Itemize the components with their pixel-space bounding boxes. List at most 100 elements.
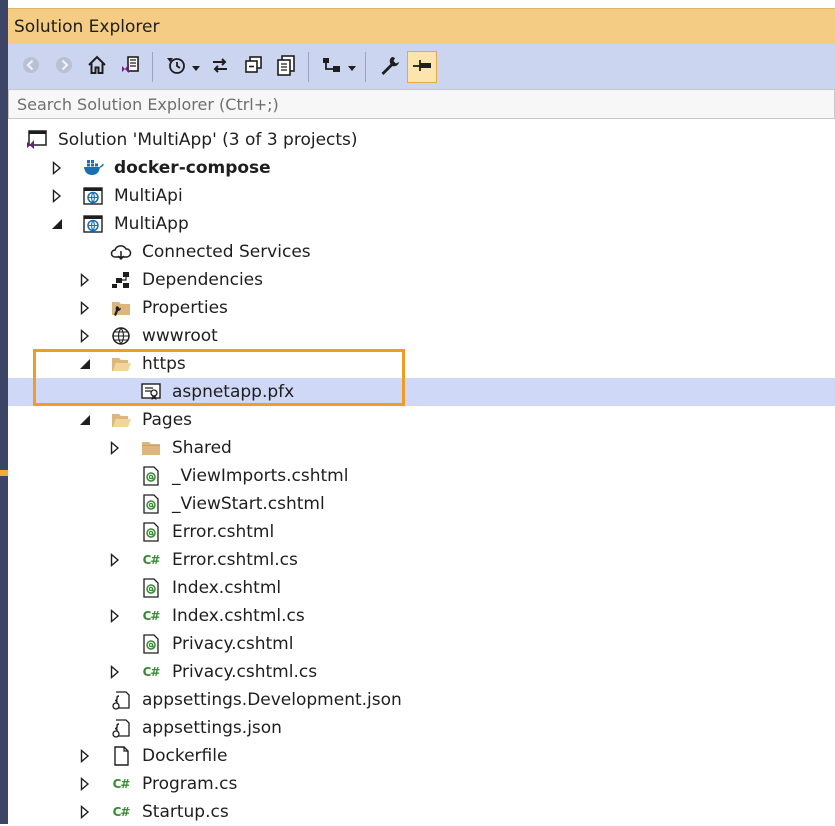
preview-selected-items-icon xyxy=(321,54,343,80)
expander-collapsed-icon[interactable] xyxy=(108,664,122,680)
tree-item[interactable]: _ViewStart.cshtml xyxy=(8,490,835,518)
tree-item[interactable]: C# Index.cshtml.cs xyxy=(8,602,835,630)
expander-collapsed-icon[interactable] xyxy=(108,552,122,568)
csharp-file-icon: C# xyxy=(112,805,131,819)
back-button[interactable] xyxy=(16,51,46,83)
pending-changes-filter-dropdown[interactable] xyxy=(191,51,201,83)
pending-changes-filter-button[interactable] xyxy=(161,51,191,83)
web-project-icon xyxy=(82,186,104,206)
tree-item[interactable]: Pages xyxy=(8,406,835,434)
expander-collapsed-icon[interactable] xyxy=(78,300,92,316)
csharp-file-icon: C# xyxy=(112,777,131,791)
chevron-down-icon xyxy=(192,57,200,76)
tree-item[interactable]: C# Startup.cs xyxy=(8,798,835,826)
home-button[interactable] xyxy=(82,51,112,83)
tree-item-label: _ViewImports.cshtml xyxy=(172,466,349,486)
properties-folder-icon xyxy=(110,298,132,318)
expander-collapsed-icon[interactable] xyxy=(78,804,92,820)
certificate-icon xyxy=(140,382,162,402)
toolbar xyxy=(8,44,835,89)
chevron-down-icon xyxy=(348,57,356,76)
show-all-files-button[interactable] xyxy=(271,51,301,83)
expander-collapsed-icon[interactable] xyxy=(50,188,64,204)
tree-item[interactable]: MultiApi xyxy=(8,182,835,210)
tree-item[interactable]: Shared xyxy=(8,434,835,462)
pin-icon xyxy=(411,54,433,80)
tree-item-label: Dependencies xyxy=(142,270,263,290)
tree-item-label: docker-compose xyxy=(114,158,271,178)
search-input[interactable] xyxy=(9,90,834,118)
collapse-all-button[interactable] xyxy=(238,51,268,83)
tree-item[interactable]: Index.cshtml xyxy=(8,574,835,602)
folder-open-icon xyxy=(110,410,132,430)
tree-item-label: appsettings.json xyxy=(142,718,282,738)
tree-item[interactable]: Dependencies xyxy=(8,266,835,294)
show-all-files-icon xyxy=(275,54,297,80)
razor-file-icon xyxy=(140,494,162,514)
tree-item[interactable]: C# Error.cshtml.cs xyxy=(8,546,835,574)
tree-item-label: Privacy.cshtml xyxy=(172,634,294,654)
tree-item-label: Solution 'MultiApp' (3 of 3 projects) xyxy=(58,130,358,150)
tree-item-label: Index.cshtml xyxy=(172,578,282,598)
collapse-all-icon xyxy=(242,54,264,80)
tree-item[interactable]: Connected Services xyxy=(8,238,835,266)
tree-item-label: MultiApp xyxy=(114,214,189,234)
folder-icon xyxy=(140,438,162,458)
switch-views-button[interactable] xyxy=(115,51,145,83)
tree-item[interactable]: Privacy.cshtml xyxy=(8,630,835,658)
csharp-file-icon: C# xyxy=(142,553,161,567)
sync-with-active-document-button[interactable] xyxy=(205,51,235,83)
tree-item[interactable]: docker-compose xyxy=(8,154,835,182)
tree-item[interactable]: wwwroot xyxy=(8,322,835,350)
tree-item[interactable]: _ViewImports.cshtml xyxy=(8,462,835,490)
tree-item[interactable]: Solution 'MultiApp' (3 of 3 projects) xyxy=(8,126,835,154)
back-icon xyxy=(21,55,41,79)
expander-collapsed-icon[interactable] xyxy=(78,272,92,288)
pin-button[interactable] xyxy=(407,50,437,83)
tree-item[interactable]: Dockerfile xyxy=(8,742,835,770)
toolbar-separator xyxy=(365,51,366,82)
dependencies-icon xyxy=(110,270,132,290)
razor-file-icon xyxy=(140,522,162,542)
folder-open-icon xyxy=(110,354,132,374)
web-project-icon xyxy=(82,214,104,234)
expander-collapsed-icon[interactable] xyxy=(50,160,64,176)
properties-button[interactable] xyxy=(374,51,404,83)
expander-expanded-icon[interactable] xyxy=(78,412,92,428)
tree-item[interactable]: C# Privacy.cshtml.cs xyxy=(8,658,835,686)
tree-item-label: Privacy.cshtml.cs xyxy=(172,662,318,682)
json-file-icon xyxy=(110,718,132,738)
expander-collapsed-icon[interactable] xyxy=(78,328,92,344)
tree-item[interactable]: MultiApp xyxy=(8,210,835,238)
tree-item-label: appsettings.Development.json xyxy=(142,690,402,710)
tree-item-label: _ViewStart.cshtml xyxy=(172,494,325,514)
expander-collapsed-icon[interactable] xyxy=(78,776,92,792)
csharp-file-icon: C# xyxy=(142,609,161,623)
tree-item-label: Error.cshtml xyxy=(172,522,275,542)
razor-file-icon xyxy=(140,466,162,486)
tree-item-label: Error.cshtml.cs xyxy=(172,550,298,570)
expander-expanded-icon[interactable] xyxy=(50,216,64,232)
tree-item-label: Shared xyxy=(172,438,232,458)
expander-collapsed-icon[interactable] xyxy=(108,608,122,624)
expander-expanded-icon[interactable] xyxy=(78,356,92,372)
search-box xyxy=(8,89,835,119)
tree-item[interactable]: aspnetapp.pfx xyxy=(8,378,835,406)
tree-item[interactable]: Error.cshtml xyxy=(8,518,835,546)
tree-item-label: Startup.cs xyxy=(142,802,229,822)
tree-item[interactable]: Properties xyxy=(8,294,835,322)
forward-button[interactable] xyxy=(49,51,79,83)
tree-item-label: MultiApi xyxy=(114,186,183,206)
tree-item[interactable]: appsettings.Development.json xyxy=(8,686,835,714)
tree-item[interactable]: appsettings.json xyxy=(8,714,835,742)
tree-item-label: Dockerfile xyxy=(142,746,228,766)
expander-collapsed-icon[interactable] xyxy=(108,440,122,456)
preview-selected-items-dropdown[interactable] xyxy=(347,51,357,83)
tree-item[interactable]: https xyxy=(8,350,835,378)
expander-collapsed-icon[interactable] xyxy=(78,748,92,764)
forward-icon xyxy=(54,55,74,79)
tree-item[interactable]: C# Program.cs xyxy=(8,770,835,798)
preview-selected-items-button[interactable] xyxy=(317,51,347,83)
file-icon xyxy=(110,746,132,766)
tree-item-label: wwwroot xyxy=(142,326,218,346)
